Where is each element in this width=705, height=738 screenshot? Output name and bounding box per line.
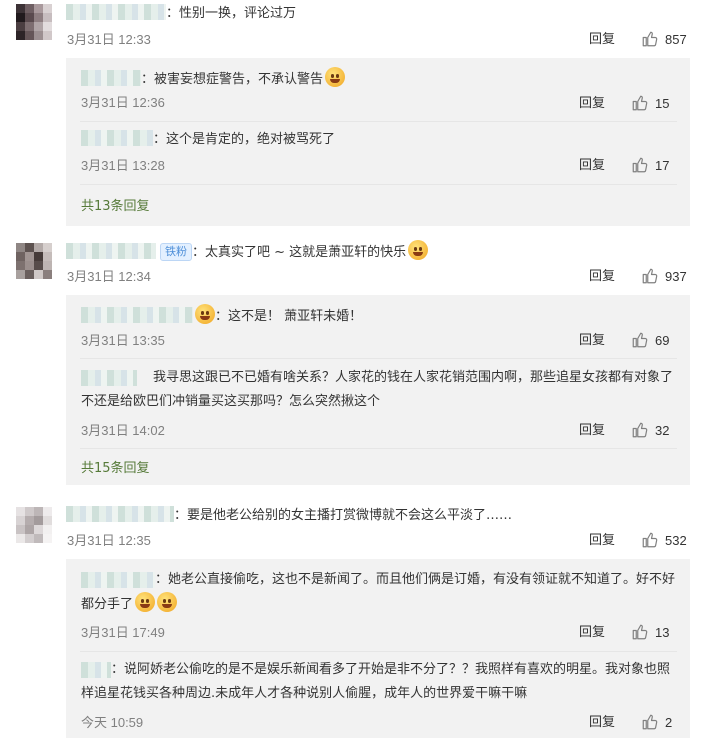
username[interactable] — [81, 130, 153, 146]
thumbs-up-icon — [632, 422, 648, 438]
reply-divider — [80, 358, 677, 359]
reply-button[interactable]: 回复 — [579, 624, 605, 642]
username[interactable] — [66, 4, 166, 20]
reply-divider — [80, 651, 677, 652]
like-button[interactable]: 532 — [641, 531, 687, 549]
like-button[interactable]: 32 — [631, 421, 669, 439]
comment-time: 3月31日 12:35 — [67, 533, 151, 548]
drooling-face-emoji-icon — [135, 592, 156, 612]
comment-text: ：要是他老公给别的女主播打赏微博就不会这么平淡了…… — [66, 506, 512, 526]
reply-text: ：说阿娇老公偷吃的是不是娱乐新闻看多了开始是非不分了？？我照样有喜欢的明星。我对… — [81, 662, 671, 701]
reply-time: 今天 10:59 — [81, 715, 144, 730]
thumbs-up-icon — [642, 31, 658, 47]
comment-text: 铁粉 ：太真实了吧 ~ 这就是萧亚轩的快乐 — [66, 240, 429, 263]
reply-time: 3月31日 13:35 — [81, 333, 165, 348]
thumbs-up-icon — [642, 532, 658, 548]
reply-time: 3月31日 12:36 — [81, 95, 165, 110]
comment-time: 3月31日 12:33 — [67, 32, 151, 47]
comment-time: 3月31日 12:34 — [67, 269, 151, 284]
like-button[interactable]: 857 — [641, 30, 687, 48]
like-button[interactable]: 937 — [641, 267, 687, 285]
like-button[interactable]: 17 — [631, 156, 669, 174]
like-button[interactable]: 69 — [631, 331, 669, 349]
reply-text: ：她老公直接偷吃，这也不是新闻了。而且他们俩是订婚，有没有领证就不知道了。好不好… — [81, 572, 676, 612]
thumbs-up-icon — [632, 157, 648, 173]
username[interactable] — [66, 506, 174, 522]
view-more-replies-link[interactable]: 共15条回复 — [81, 460, 150, 478]
thumbs-up-icon — [632, 332, 648, 348]
reply-divider — [80, 448, 677, 449]
like-count: 15 — [655, 95, 670, 111]
reply-text: 我寻思这跟已不已婚有啥关系？人家花的钱在人家花销范围内啊，那些追星女孩都有对象了… — [81, 370, 674, 409]
reply-text: ：被害妄想症警告，不承认警告 — [81, 67, 346, 90]
like-count: 13 — [655, 624, 670, 640]
reply-button[interactable]: 回复 — [589, 31, 615, 49]
username[interactable] — [81, 70, 141, 86]
reply-button[interactable]: 回复 — [589, 532, 615, 550]
avatar[interactable] — [16, 243, 52, 279]
like-count: 857 — [665, 31, 687, 47]
reply-divider — [80, 121, 677, 122]
heart-eyes-emoji-icon — [195, 304, 215, 324]
thumbs-up-icon — [632, 95, 648, 111]
like-count: 532 — [665, 532, 687, 548]
view-more-replies-link[interactable]: 共13条回复 — [81, 198, 150, 216]
fan-badge: 铁粉 — [160, 243, 192, 261]
like-button[interactable]: 2 — [641, 713, 672, 731]
reply-divider — [80, 184, 677, 185]
like-count: 69 — [655, 332, 670, 348]
reply-button[interactable]: 回复 — [579, 157, 605, 175]
grin-face-emoji-icon — [408, 240, 429, 260]
reply-time: 3月31日 14:02 — [81, 423, 165, 438]
like-count: 32 — [655, 422, 670, 438]
thumbs-up-icon — [632, 624, 648, 640]
reply-time: 3月31日 17:49 — [81, 625, 165, 640]
like-count: 937 — [665, 268, 687, 284]
username[interactable] — [81, 307, 193, 323]
reply-button[interactable]: 回复 — [589, 714, 615, 732]
reply-button[interactable]: 回复 — [579, 422, 605, 440]
avatar[interactable] — [16, 4, 52, 40]
reply-button[interactable]: 回复 — [579, 95, 605, 113]
reply-time: 3月31日 13:28 — [81, 158, 165, 173]
thumbs-up-icon — [642, 714, 658, 730]
avatar[interactable] — [16, 507, 52, 543]
reply-text: ：这个是肯定的，绝对被骂死了 — [81, 130, 335, 150]
like-button[interactable]: 15 — [631, 94, 669, 112]
reply-button[interactable]: 回复 — [579, 332, 605, 350]
thumbs-up-icon — [642, 268, 658, 284]
reply-text: ：这不是！ 萧亚轩未婚！ — [81, 304, 362, 327]
like-button[interactable]: 13 — [631, 623, 669, 641]
drooling-face-emoji-icon — [157, 592, 178, 612]
like-count: 2 — [665, 714, 673, 730]
shy-face-emoji-icon — [325, 67, 346, 87]
like-count: 17 — [655, 157, 670, 173]
username[interactable] — [66, 243, 156, 259]
reply-button[interactable]: 回复 — [589, 268, 615, 286]
comment-text: ：性别一换，评论过万 — [66, 4, 296, 24]
